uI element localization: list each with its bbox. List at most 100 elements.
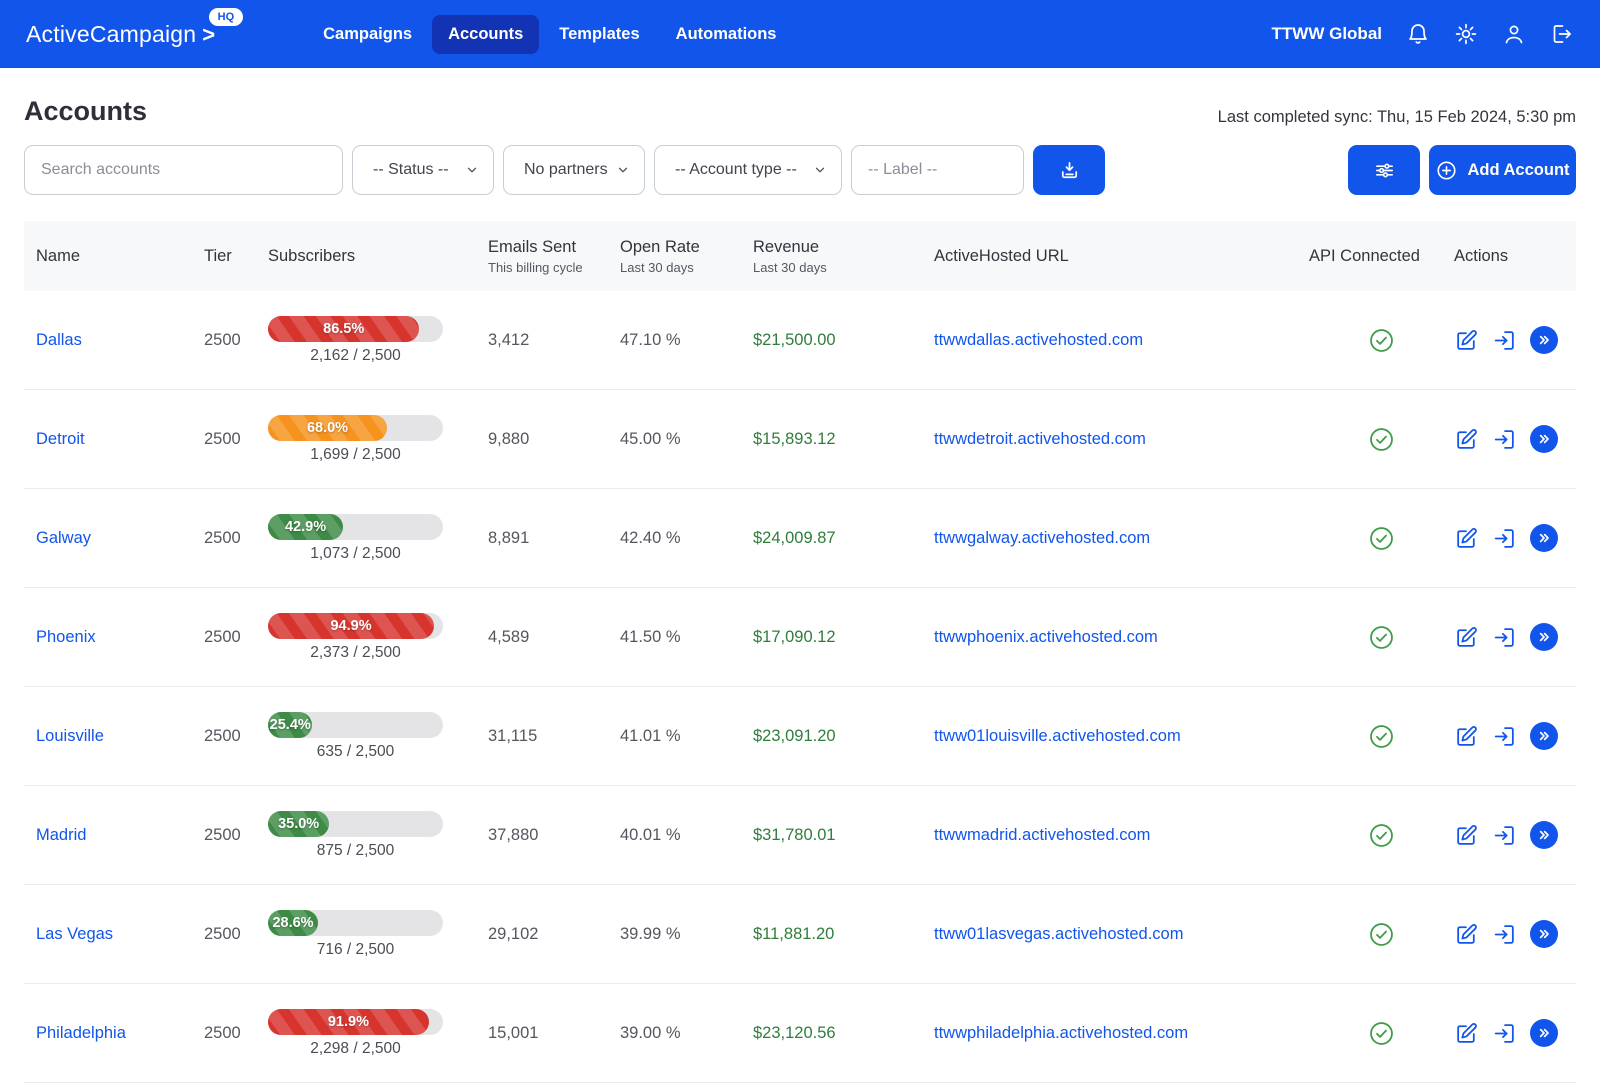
nav-item-accounts[interactable]: Accounts xyxy=(432,15,539,54)
account-name-link[interactable]: Phoenix xyxy=(36,628,96,646)
api-connected-check-icon xyxy=(1368,723,1395,750)
chevron-down-icon xyxy=(465,163,479,177)
logout-icon[interactable] xyxy=(1550,22,1574,46)
user-profile-icon[interactable] xyxy=(1502,22,1526,46)
activehosted-url-link[interactable]: ttwwphiladelphia.activehosted.com xyxy=(934,1024,1188,1042)
login-to-account-button[interactable] xyxy=(1492,427,1517,452)
login-to-account-button[interactable] xyxy=(1492,823,1517,848)
search-input[interactable] xyxy=(24,145,343,195)
edit-account-button[interactable] xyxy=(1454,427,1479,452)
account-name-link[interactable]: Detroit xyxy=(36,430,85,448)
table-header-row: Name Tier Subscribers Emails SentThis bi… xyxy=(24,221,1576,291)
open-account-button[interactable] xyxy=(1530,722,1558,750)
edit-account-button[interactable] xyxy=(1454,1021,1479,1046)
tier-value: 2500 xyxy=(204,628,268,647)
col-tier: Tier xyxy=(204,247,268,266)
api-connected-check-icon xyxy=(1368,327,1395,354)
revenue-value: $23,120.56 xyxy=(753,1024,934,1043)
open-account-button[interactable] xyxy=(1530,920,1558,948)
subscribers-bar-fill: 25.4% xyxy=(268,712,312,738)
activehosted-url-link[interactable]: ttwwphoenix.activehosted.com xyxy=(934,628,1158,646)
activehosted-url-link[interactable]: ttwwdetroit.activehosted.com xyxy=(934,430,1146,448)
login-to-account-button[interactable] xyxy=(1492,526,1517,551)
subscribers-progress-bar: 42.9% xyxy=(268,514,443,540)
add-account-button[interactable]: Add Account xyxy=(1429,145,1576,195)
nav-item-campaigns[interactable]: Campaigns xyxy=(307,15,428,54)
tier-value: 2500 xyxy=(204,727,268,746)
edit-account-button[interactable] xyxy=(1454,922,1479,947)
login-to-account-button[interactable] xyxy=(1492,328,1517,353)
notifications-bell-icon[interactable] xyxy=(1406,22,1430,46)
account-name-link[interactable]: Dallas xyxy=(36,331,82,349)
table-row: Philadelphia 2500 91.9% 2,298 / 2,500 15… xyxy=(24,984,1576,1083)
login-to-account-button[interactable] xyxy=(1492,724,1517,749)
activehosted-url-link[interactable]: ttwwgalway.activehosted.com xyxy=(934,529,1150,547)
subscribers-bar-fill: 35.0% xyxy=(268,811,329,837)
api-connected-check-icon xyxy=(1368,624,1395,651)
tier-value: 2500 xyxy=(204,925,268,944)
subscribers-progress-bar: 25.4% xyxy=(268,712,443,738)
subscribers-percent-label: 35.0% xyxy=(278,816,319,832)
subscribers-ratio: 635 / 2,500 xyxy=(268,743,443,761)
column-settings-button[interactable] xyxy=(1348,145,1420,195)
activehosted-url-link[interactable]: ttwwdallas.activehosted.com xyxy=(934,331,1143,349)
edit-account-button[interactable] xyxy=(1454,526,1479,551)
account-name-link[interactable]: Las Vegas xyxy=(36,925,113,943)
open-rate-value: 47.10 % xyxy=(620,331,753,350)
open-rate-value: 39.00 % xyxy=(620,1024,753,1043)
logo-text: ActiveCampaign xyxy=(26,21,196,48)
open-account-button[interactable] xyxy=(1530,623,1558,651)
col-activehosted-url: ActiveHosted URL xyxy=(934,247,1309,266)
account-name-link[interactable]: Louisville xyxy=(36,727,104,745)
open-account-button[interactable] xyxy=(1530,425,1558,453)
login-to-account-button[interactable] xyxy=(1492,1021,1517,1046)
subscribers-ratio: 2,298 / 2,500 xyxy=(268,1040,443,1058)
chevron-down-icon xyxy=(616,163,630,177)
last-sync-status: Last completed sync: Thu, 15 Feb 2024, 5… xyxy=(1218,108,1576,127)
subscribers-bar-fill: 68.0% xyxy=(268,415,387,441)
open-account-button[interactable] xyxy=(1530,821,1558,849)
nav-item-templates[interactable]: Templates xyxy=(543,15,655,54)
open-account-button[interactable] xyxy=(1530,524,1558,552)
revenue-value: $24,009.87 xyxy=(753,529,934,548)
edit-account-button[interactable] xyxy=(1454,823,1479,848)
revenue-value: $15,893.12 xyxy=(753,430,934,449)
revenue-value: $23,091.20 xyxy=(753,727,934,746)
col-revenue: Revenue xyxy=(753,238,934,257)
edit-account-button[interactable] xyxy=(1454,724,1479,749)
subscribers-percent-label: 28.6% xyxy=(272,915,313,931)
account-name-link[interactable]: Galway xyxy=(36,529,91,547)
subscribers-percent-label: 91.9% xyxy=(328,1014,369,1030)
nav-item-automations[interactable]: Automations xyxy=(660,15,793,54)
settings-gear-icon[interactable] xyxy=(1454,22,1478,46)
subscribers-progress-bar: 68.0% xyxy=(268,415,443,441)
login-to-account-button[interactable] xyxy=(1492,625,1517,650)
activehosted-url-link[interactable]: ttww01louisville.activehosted.com xyxy=(934,727,1181,745)
account-name-link[interactable]: Philadelphia xyxy=(36,1024,126,1042)
emails-sent-value: 29,102 xyxy=(488,925,620,944)
chevron-down-icon xyxy=(813,163,827,177)
tier-value: 2500 xyxy=(204,1024,268,1043)
col-api-connected: API Connected xyxy=(1309,247,1454,266)
double-chevron-right-icon xyxy=(1536,827,1552,843)
account-name-link[interactable]: Madrid xyxy=(36,826,86,844)
primary-nav: Campaigns Accounts Templates Automations xyxy=(307,15,792,54)
edit-account-button[interactable] xyxy=(1454,328,1479,353)
table-row: Galway 2500 42.9% 1,073 / 2,500 8,891 42… xyxy=(24,489,1576,588)
export-download-button[interactable] xyxy=(1033,145,1105,195)
edit-account-button[interactable] xyxy=(1454,625,1479,650)
open-account-button[interactable] xyxy=(1530,326,1558,354)
login-to-account-button[interactable] xyxy=(1492,922,1517,947)
account-type-filter-select[interactable]: -- Account type -- xyxy=(654,145,842,195)
emails-sent-value: 9,880 xyxy=(488,430,620,449)
open-account-button[interactable] xyxy=(1530,1019,1558,1047)
status-filter-select[interactable]: -- Status -- xyxy=(352,145,494,195)
subscribers-progress-bar: 28.6% xyxy=(268,910,443,936)
label-filter-input[interactable] xyxy=(851,145,1024,195)
activehosted-url-link[interactable]: ttwwmadrid.activehosted.com xyxy=(934,826,1150,844)
partners-filter-select[interactable]: No partners xyxy=(503,145,645,195)
col-emails-sent: Emails Sent xyxy=(488,238,620,257)
logo[interactable]: ActiveCampaign > HQ xyxy=(26,20,215,48)
activehosted-url-link[interactable]: ttww01lasvegas.activehosted.com xyxy=(934,925,1183,943)
subscribers-ratio: 1,699 / 2,500 xyxy=(268,446,443,464)
